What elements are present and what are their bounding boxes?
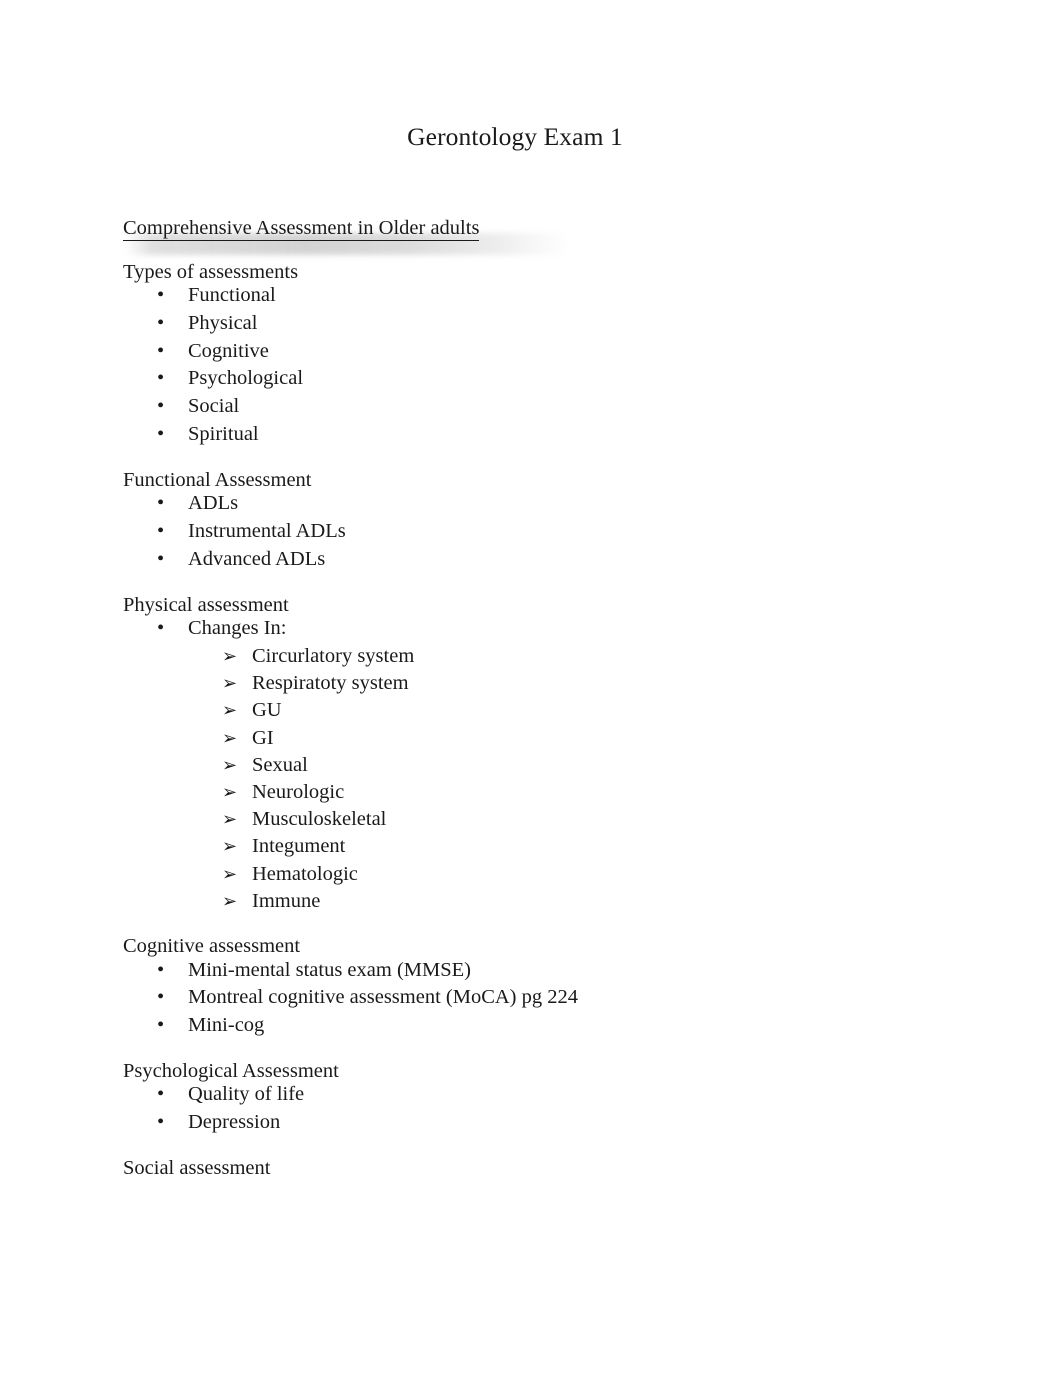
section-heading-types-of-assessments: Types of assessments (123, 260, 299, 283)
list-item-label: Sexual (252, 753, 308, 776)
bullet-dot-icon: • (157, 422, 165, 445)
list-item-label: Montreal cognitive assessment (MoCA) pg … (188, 986, 579, 1009)
list-item: ➢ Immune (123, 888, 953, 915)
list-physical-assessment-changes: ➢ Circurlatory system ➢ Respiratoty syst… (123, 643, 953, 915)
list-item-label: Social (188, 395, 240, 418)
list-item: • ADLs (123, 490, 953, 518)
list-item: ➢ GI (123, 725, 953, 752)
document-page: Gerontology Exam 1 Comprehensive Assessm… (0, 0, 1062, 1377)
list-item-label: Mini-cog (188, 1014, 265, 1037)
list-item: • Spiritual (123, 421, 953, 449)
list-item: • Advanced ADLs (123, 546, 953, 574)
bullet-dot-icon: • (157, 520, 165, 543)
bullet-dot-icon: • (157, 1111, 165, 1134)
section-heading-cognitive-assessment: Cognitive assessment (123, 935, 301, 957)
list-item: ➢ Sexual (123, 752, 953, 779)
list-item-label: Integument (252, 835, 346, 858)
list-item: • Changes In: (123, 615, 953, 643)
arrow-bullet-icon: ➢ (222, 890, 238, 912)
section-heading-functional-assessment: Functional Assessment (123, 468, 312, 491)
list-item-label: Cognitive (188, 339, 269, 362)
bullet-dot-icon: • (157, 1014, 165, 1037)
list-item: ➢ GU (123, 697, 953, 724)
list-item-label: Neurologic (252, 780, 345, 803)
section-heading-psychological-assessment: Psychological Assessment (123, 1059, 339, 1082)
page-title: Gerontology Exam 1 (407, 122, 623, 151)
arrow-bullet-icon: ➢ (222, 781, 238, 803)
list-item-label: Immune (252, 889, 321, 912)
list-item: ➢ Musculoskeletal (123, 806, 953, 833)
section-heading-comprehensive-assessment: Comprehensive Assessment in Older adults (123, 217, 953, 255)
list-item: ➢ Circurlatory system (123, 643, 953, 670)
bullet-dot-icon: • (157, 1083, 165, 1106)
arrow-bullet-icon: ➢ (222, 836, 238, 858)
bullet-dot-icon: • (157, 367, 165, 390)
bullet-dot-icon: • (157, 617, 165, 640)
arrow-bullet-icon: ➢ (222, 809, 238, 831)
list-item: • Mini-cog (123, 1012, 953, 1040)
list-item: • Cognitive (123, 338, 953, 366)
list-item-label: Psychological (188, 367, 304, 390)
list-item-label: Instrumental ADLs (188, 520, 346, 543)
list-item-label: Depression (188, 1111, 281, 1134)
bullet-dot-icon: • (157, 547, 165, 570)
list-item: ➢ Integument (123, 833, 953, 860)
list-item: • Montreal cognitive assessment (MoCA) p… (123, 984, 953, 1012)
bullet-dot-icon: • (157, 311, 165, 334)
list-item: ➢ Neurologic (123, 779, 953, 806)
list-item: • Quality of life (123, 1081, 953, 1109)
list-item: • Social (123, 393, 953, 421)
list-item-label: Circurlatory system (252, 644, 415, 667)
bullet-dot-icon: • (157, 492, 165, 515)
list-functional-assessment: • ADLs • Instrumental ADLs • Advanced AD… (123, 490, 953, 573)
list-types-of-assessments: • Functional • Physical • Cognitive • Ps… (123, 282, 953, 449)
bullet-dot-icon: • (157, 958, 165, 981)
section-heading-text: Comprehensive Assessment in Older adults (123, 217, 480, 241)
arrow-bullet-icon: ➢ (222, 673, 238, 695)
list-item: • Mini-mental status exam (MMSE) (123, 957, 953, 985)
list-cognitive-assessment: • Mini-mental status exam (MMSE) • Montr… (123, 957, 953, 1040)
list-physical-assessment: • Changes In: (123, 615, 953, 643)
list-item: • Instrumental ADLs (123, 518, 953, 546)
list-item-label: Functional (188, 284, 276, 306)
list-item: • Depression (123, 1109, 953, 1137)
list-item: • Psychological (123, 365, 953, 393)
arrow-bullet-icon: ➢ (222, 645, 238, 667)
list-item-label: Changes In: (188, 617, 287, 640)
list-item-label: Quality of life (188, 1083, 305, 1106)
document-body: Comprehensive Assessment in Older adults… (123, 217, 953, 1179)
list-item: • Physical (123, 310, 953, 338)
bullet-dot-icon: • (157, 339, 165, 362)
list-item-label: Spiritual (188, 422, 259, 445)
list-item-label: GI (252, 726, 274, 749)
section-heading-physical-assessment: Physical assessment (123, 593, 289, 616)
list-item: ➢ Respiratoty system (123, 670, 953, 697)
arrow-bullet-icon: ➢ (222, 727, 238, 749)
heading-underline-wrapper: Comprehensive Assessment in Older adults (123, 217, 575, 255)
arrow-bullet-icon: ➢ (222, 754, 238, 776)
section-heading-social-assessment: Social assessment (123, 1156, 271, 1179)
list-psychological-assessment: • Quality of life • Depression (123, 1081, 953, 1137)
list-item-label: Mini-mental status exam (MMSE) (188, 958, 471, 981)
list-item-label: Physical (188, 311, 258, 334)
list-item-label: Respiratoty system (252, 672, 409, 695)
bullet-dot-icon: • (157, 986, 165, 1009)
list-item: ➢ Hematologic (123, 861, 953, 888)
arrow-bullet-icon: ➢ (222, 700, 238, 722)
list-item-label: Hematologic (252, 862, 358, 885)
bullet-dot-icon: • (157, 395, 165, 418)
list-item: • Functional (123, 282, 953, 310)
list-item-label: Advanced ADLs (188, 547, 326, 570)
bullet-dot-icon: • (157, 284, 165, 306)
list-item-label: GU (252, 699, 282, 722)
list-item-label: Musculoskeletal (252, 808, 387, 831)
arrow-bullet-icon: ➢ (222, 863, 238, 885)
list-item-label: ADLs (188, 492, 239, 515)
